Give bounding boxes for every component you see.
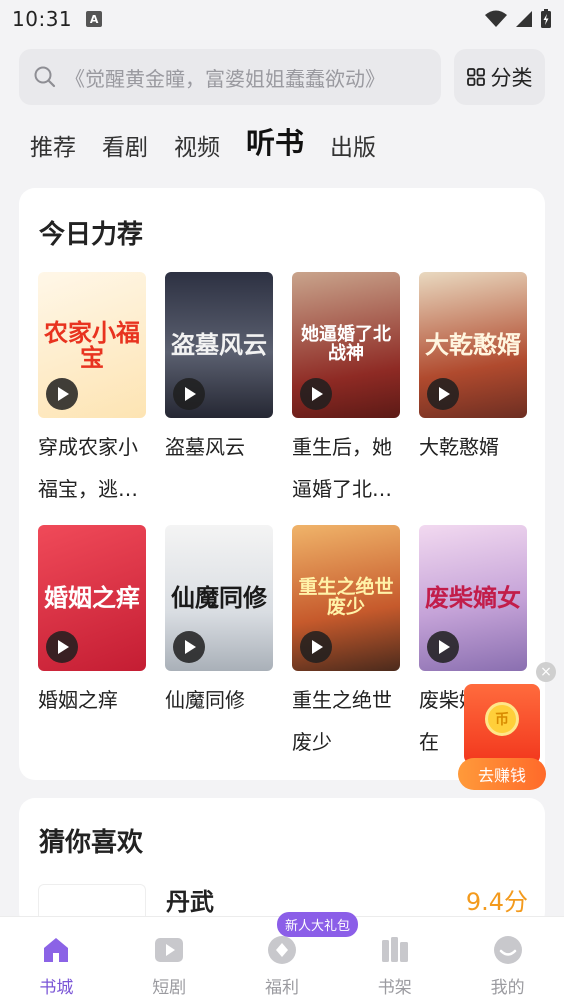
nav-bookshelf[interactable]: 书架 [338,917,451,1004]
book-item[interactable]: 婚姻之痒 婚姻之痒 [38,525,146,778]
play-icon[interactable] [300,631,332,663]
play-icon[interactable] [427,631,459,663]
book-title: 仙魔同修 [165,688,245,712]
floating-reward[interactable]: × 币 去赚钱 [458,662,558,792]
play-icon[interactable] [300,378,332,410]
book-cover: 仙魔同修 [165,525,273,671]
book-item[interactable]: 她逼婚了北战神 重生后，她逼婚了北战神 [292,272,400,525]
nav-profile[interactable]: 我的 [451,917,564,1004]
notification-icon: A [86,11,103,27]
book-title: 盗墓风云 [165,435,245,459]
category-button[interactable]: 分类 [454,49,545,105]
gift-icon [265,933,299,967]
book-title: 重生之绝世废少 [292,688,392,754]
book-item[interactable]: 农家小福宝 穿成农家小福宝，逃荒路上开挂了 [38,272,146,525]
book-item[interactable]: 重生之绝世废少 重生之绝世废少 [292,525,400,778]
nav-welfare[interactable]: 新人大礼包 福利 [226,912,358,1004]
category-label: 分类 [490,66,533,90]
play-icon[interactable] [427,378,459,410]
cover-text: 仙魔同修 [171,583,267,613]
nav-label: 书架 [377,978,412,998]
search-input[interactable]: 《觉醒黄金瞳，富婆姐姐蠢蠢欲动》 [19,49,441,105]
cover-text: 重生之绝世废少 [298,576,394,618]
section-title: 今日力荐 [39,220,144,250]
play-icon [152,933,186,967]
book-title: 穿成农家小福宝，逃荒路上开挂了 [38,435,138,501]
status-icons [484,9,552,29]
book-cover: 农家小福宝 [38,272,146,418]
tab-drama[interactable]: 看剧 [102,137,148,172]
search-placeholder: 《觉醒黄金瞳，富婆姐姐蠢蠢欲动》 [65,66,385,91]
cover-text: 废柴嫡女 [425,583,521,613]
section-title: 猜你喜欢 [39,828,144,858]
nav-label: 我的 [490,978,525,998]
book-item[interactable]: 大乾憨婿 大乾憨婿 [419,272,527,525]
coin-icon: 币 [485,702,519,736]
cover-text: 大乾憨婿 [425,330,521,360]
book-cover: 婚姻之痒 [38,525,146,671]
nav-label: 短剧 [152,978,187,998]
book-grid: 农家小福宝 穿成农家小福宝，逃荒路上开挂了 盗墓风云 盗墓风云 她逼婚了北战神 … [38,272,528,778]
cover-text: 婚姻之痒 [44,583,140,613]
nav-bookstore[interactable]: 书城 [0,917,113,1004]
tab-publishing[interactable]: 出版 [330,137,376,172]
guess-card: 猜你喜欢 丹武 9.4分 [19,798,545,928]
tab-audiobook[interactable]: 听书 [246,129,304,172]
grid-icon [466,68,485,86]
book-cover: 大乾憨婿 [419,272,527,418]
book-item[interactable]: 盗墓风云 盗墓风云 [165,272,273,525]
book-cover: 废柴嫡女 [419,525,527,671]
status-bar: 10:31 A [0,0,564,38]
home-icon [39,933,73,967]
status-time: 10:31 [12,7,73,31]
profile-icon [491,933,525,967]
tab-recommend[interactable]: 推荐 [30,137,76,172]
play-icon[interactable] [46,378,78,410]
battery-icon [541,9,551,28]
bookshelf-icon [378,933,412,967]
play-icon[interactable] [173,631,205,663]
earn-money-button[interactable]: 去赚钱 [458,758,546,790]
search-row: 《觉醒黄金瞳，富婆姐姐蠢蠢欲动》 分类 [19,49,545,105]
wifi-icon [485,10,507,27]
play-icon[interactable] [173,378,205,410]
play-icon[interactable] [46,631,78,663]
book-cover: 她逼婚了北战神 [292,272,400,418]
nav-label: 书城 [39,978,74,998]
book-title: 大乾憨婿 [419,435,499,459]
book-title: 重生后，她逼婚了北战神 [292,435,392,501]
tab-video[interactable]: 视频 [174,137,220,172]
book-cover: 重生之绝世废少 [292,525,400,671]
book-cover: 盗墓风云 [165,272,273,418]
red-envelope-icon[interactable]: 币 [464,684,540,764]
cover-text: 她逼婚了北战神 [301,324,391,364]
nav-label: 福利 [264,978,299,998]
bottom-nav: 书城 短剧 新人大礼包 福利 书架 我的 [0,912,564,1004]
book-item[interactable]: 仙魔同修 仙魔同修 [165,525,273,778]
search-icon [34,66,56,88]
cellular-signal-icon [516,11,532,27]
close-icon[interactable]: × [536,662,556,682]
cover-text: 盗墓风云 [171,330,267,360]
cover-text: 农家小福宝 [44,317,140,372]
book-title: 婚姻之痒 [38,688,118,712]
nav-short-drama[interactable]: 短剧 [113,917,226,1004]
top-tabs: 推荐 看剧 视频 听书 出版 [30,120,376,172]
